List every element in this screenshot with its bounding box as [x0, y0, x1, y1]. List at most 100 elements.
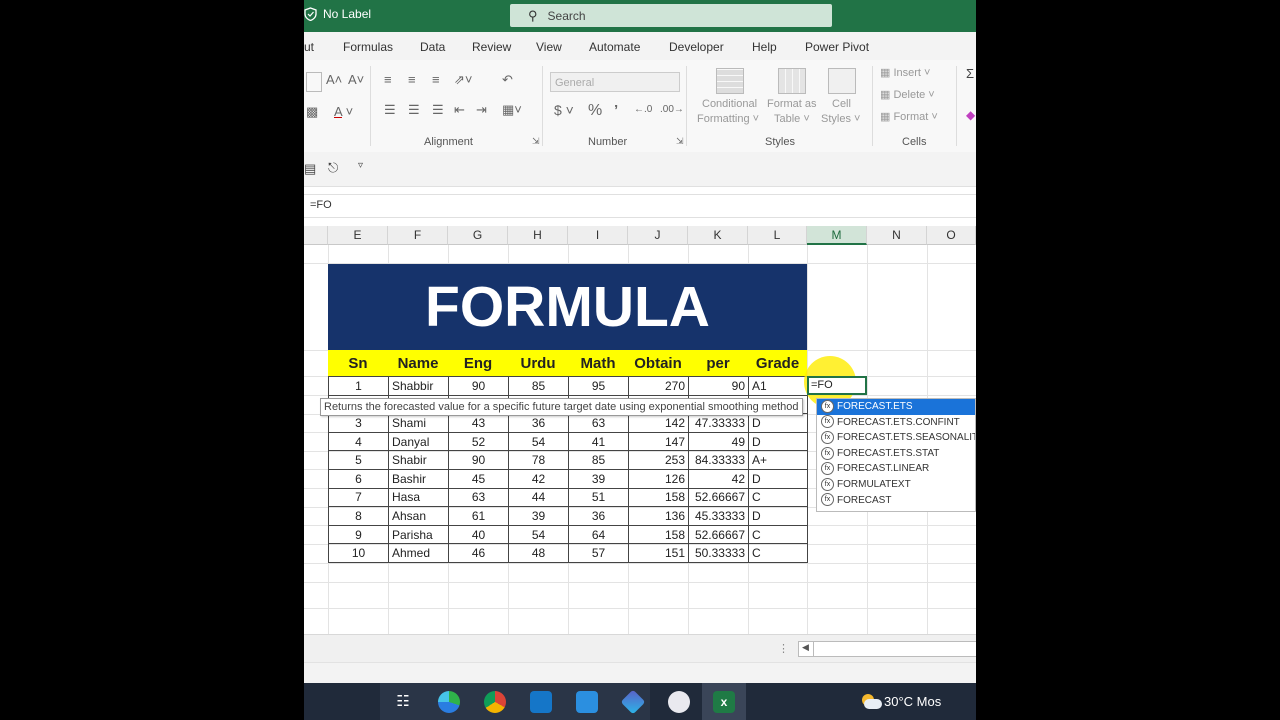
tab-formulas[interactable]: Formulas	[343, 40, 393, 54]
cell-name[interactable]: Shabir	[388, 450, 449, 470]
cell-eng[interactable]: 43	[448, 413, 509, 433]
cell-sn[interactable]: 3	[328, 413, 389, 433]
tab-view[interactable]: View	[536, 40, 562, 54]
header-cell-eng[interactable]: Eng	[448, 350, 508, 376]
cell-obtain[interactable]: 158	[628, 524, 689, 545]
cell-grade[interactable]: A+	[748, 450, 808, 470]
weather-text[interactable]: 30°C Mos	[884, 694, 941, 709]
cell-urdu[interactable]: 48	[508, 543, 569, 563]
cell-per[interactable]: 50.33333	[688, 543, 749, 563]
header-cell-per[interactable]: per	[688, 350, 748, 376]
tab-review[interactable]: Review	[472, 40, 511, 54]
column-header-o[interactable]: O	[927, 226, 976, 245]
cell-name[interactable]: Ahsan	[388, 506, 449, 526]
cell-grade[interactable]: D	[748, 413, 808, 433]
cell-sn[interactable]: 1	[328, 376, 389, 396]
cell-obtain[interactable]: 158	[628, 487, 689, 508]
edge-icon[interactable]	[438, 691, 460, 713]
header-cell-grade[interactable]: Grade	[748, 350, 807, 376]
format-as-table-label-2[interactable]: Table ˅	[774, 113, 810, 125]
format-cells-button[interactable]: ▦ Format ˅	[880, 110, 938, 123]
cell-eng[interactable]: 45	[448, 468, 509, 489]
cell-obtain[interactable]: 142	[628, 413, 689, 433]
column-header-k[interactable]: K	[688, 226, 748, 245]
autocomplete-item[interactable]: fx FORECAST.ETS.SEASONALITY	[817, 430, 975, 446]
tab-layout[interactable]: ut	[304, 40, 314, 54]
decrease-font-icon[interactable]: A˅	[348, 72, 364, 87]
cell-urdu[interactable]: 54	[508, 524, 569, 545]
align-top-icon[interactable]: ≡	[384, 72, 392, 87]
cell-styles-label-2[interactable]: Styles ˅	[821, 113, 860, 125]
store-icon[interactable]	[576, 691, 598, 713]
conditional-formatting-label-2[interactable]: Formatting ˅	[697, 113, 759, 125]
chrome-icon[interactable]	[484, 691, 506, 713]
mail-icon[interactable]	[530, 691, 552, 713]
cell-sn[interactable]: 5	[328, 450, 389, 470]
hierarchy-icon[interactable]: ⎋	[328, 160, 338, 176]
cell-math[interactable]: 64	[568, 524, 629, 545]
cell-name[interactable]: Shabbir	[388, 376, 449, 396]
align-left-icon[interactable]: ☰	[384, 102, 396, 118]
cell-per[interactable]: 84.33333	[688, 450, 749, 470]
autocomplete-item[interactable]: fx FORECAST.ETS.CONFINT	[817, 415, 975, 431]
format-as-table-label[interactable]: Format as	[767, 98, 817, 110]
autosum-icon[interactable]: Σ	[966, 66, 974, 81]
orientation-icon[interactable]: ⇗˅	[454, 72, 472, 88]
cell-grade[interactable]: A1	[748, 376, 808, 396]
header-cell-math[interactable]: Math	[568, 350, 628, 376]
more-options-icon[interactable]: ⋮	[778, 642, 789, 655]
cell-eng[interactable]: 90	[448, 376, 509, 396]
cell-sn[interactable]: 7	[328, 487, 389, 508]
font-size-dropdown[interactable]	[306, 72, 322, 92]
fill-color-icon[interactable]: ▩	[306, 104, 318, 120]
merge-center-icon[interactable]: ▦˅	[502, 102, 522, 118]
worksheet-grid[interactable]: E F G H I J K L M N O FORMULA SECRET Sn …	[304, 226, 976, 634]
column-header-e[interactable]: E	[328, 226, 388, 245]
cell-per[interactable]: 47.33333	[688, 413, 749, 433]
tab-data[interactable]: Data	[420, 40, 445, 54]
dialog-launcher-icon[interactable]: ⇲	[532, 136, 540, 147]
cell-math[interactable]: 51	[568, 487, 629, 508]
autocomplete-item[interactable]: fx FORMULATEXT	[817, 477, 975, 493]
active-cell-m[interactable]: =FO	[807, 376, 867, 395]
currency-icon[interactable]: $ ˅	[554, 102, 574, 118]
cell-math[interactable]: 57	[568, 543, 629, 563]
delete-cells-button[interactable]: ▦ Delete ˅	[880, 88, 935, 101]
align-middle-icon[interactable]: ≡	[408, 72, 416, 87]
align-center-icon[interactable]: ☰	[408, 102, 420, 118]
cell-eng[interactable]: 52	[448, 431, 509, 452]
increase-indent-icon[interactable]: ⇥	[476, 102, 487, 118]
formula-bar[interactable]: =FO	[304, 194, 976, 218]
tab-help[interactable]: Help	[752, 40, 777, 54]
cell-per[interactable]: 42	[688, 468, 749, 489]
scroll-left-icon[interactable]: ◀	[802, 642, 809, 653]
autocomplete-item[interactable]: fx FORECAST.ETS	[817, 399, 975, 415]
cell-obtain[interactable]: 136	[628, 506, 689, 526]
column-header-n[interactable]: N	[867, 226, 927, 245]
cell-per[interactable]: 52.66667	[688, 524, 749, 545]
column-header-h[interactable]: H	[508, 226, 568, 245]
tab-automate[interactable]: Automate	[589, 40, 640, 54]
increase-font-icon[interactable]: A˄	[326, 72, 342, 87]
decrease-indent-icon[interactable]: ⇤	[454, 102, 465, 118]
form-icon[interactable]: ▤	[304, 161, 316, 177]
cell-grade[interactable]: D	[748, 431, 808, 452]
clear-icon[interactable]: ◆	[966, 108, 975, 122]
cell-math[interactable]: 39	[568, 468, 629, 489]
cell-eng[interactable]: 90	[448, 450, 509, 470]
horizontal-scrollbar[interactable]: ◀	[798, 641, 976, 657]
decrease-decimal-icon[interactable]: .00→	[660, 104, 684, 115]
column-header-f[interactable]: F	[388, 226, 448, 245]
tab-developer[interactable]: Developer	[669, 40, 724, 54]
autocomplete-item[interactable]: fx FORECAST	[817, 493, 975, 509]
cell-math[interactable]: 36	[568, 506, 629, 526]
cell-name[interactable]: Bashir	[388, 468, 449, 489]
font-color-icon[interactable]: A ˅	[334, 104, 353, 119]
cell-per[interactable]: 90	[688, 376, 749, 396]
cell-per[interactable]: 49	[688, 431, 749, 452]
number-format-dropdown[interactable]: General	[550, 72, 680, 92]
cell-urdu[interactable]: 85	[508, 376, 569, 396]
column-header-g[interactable]: G	[448, 226, 508, 245]
column-header-i[interactable]: I	[568, 226, 628, 245]
cell-obtain[interactable]: 253	[628, 450, 689, 470]
